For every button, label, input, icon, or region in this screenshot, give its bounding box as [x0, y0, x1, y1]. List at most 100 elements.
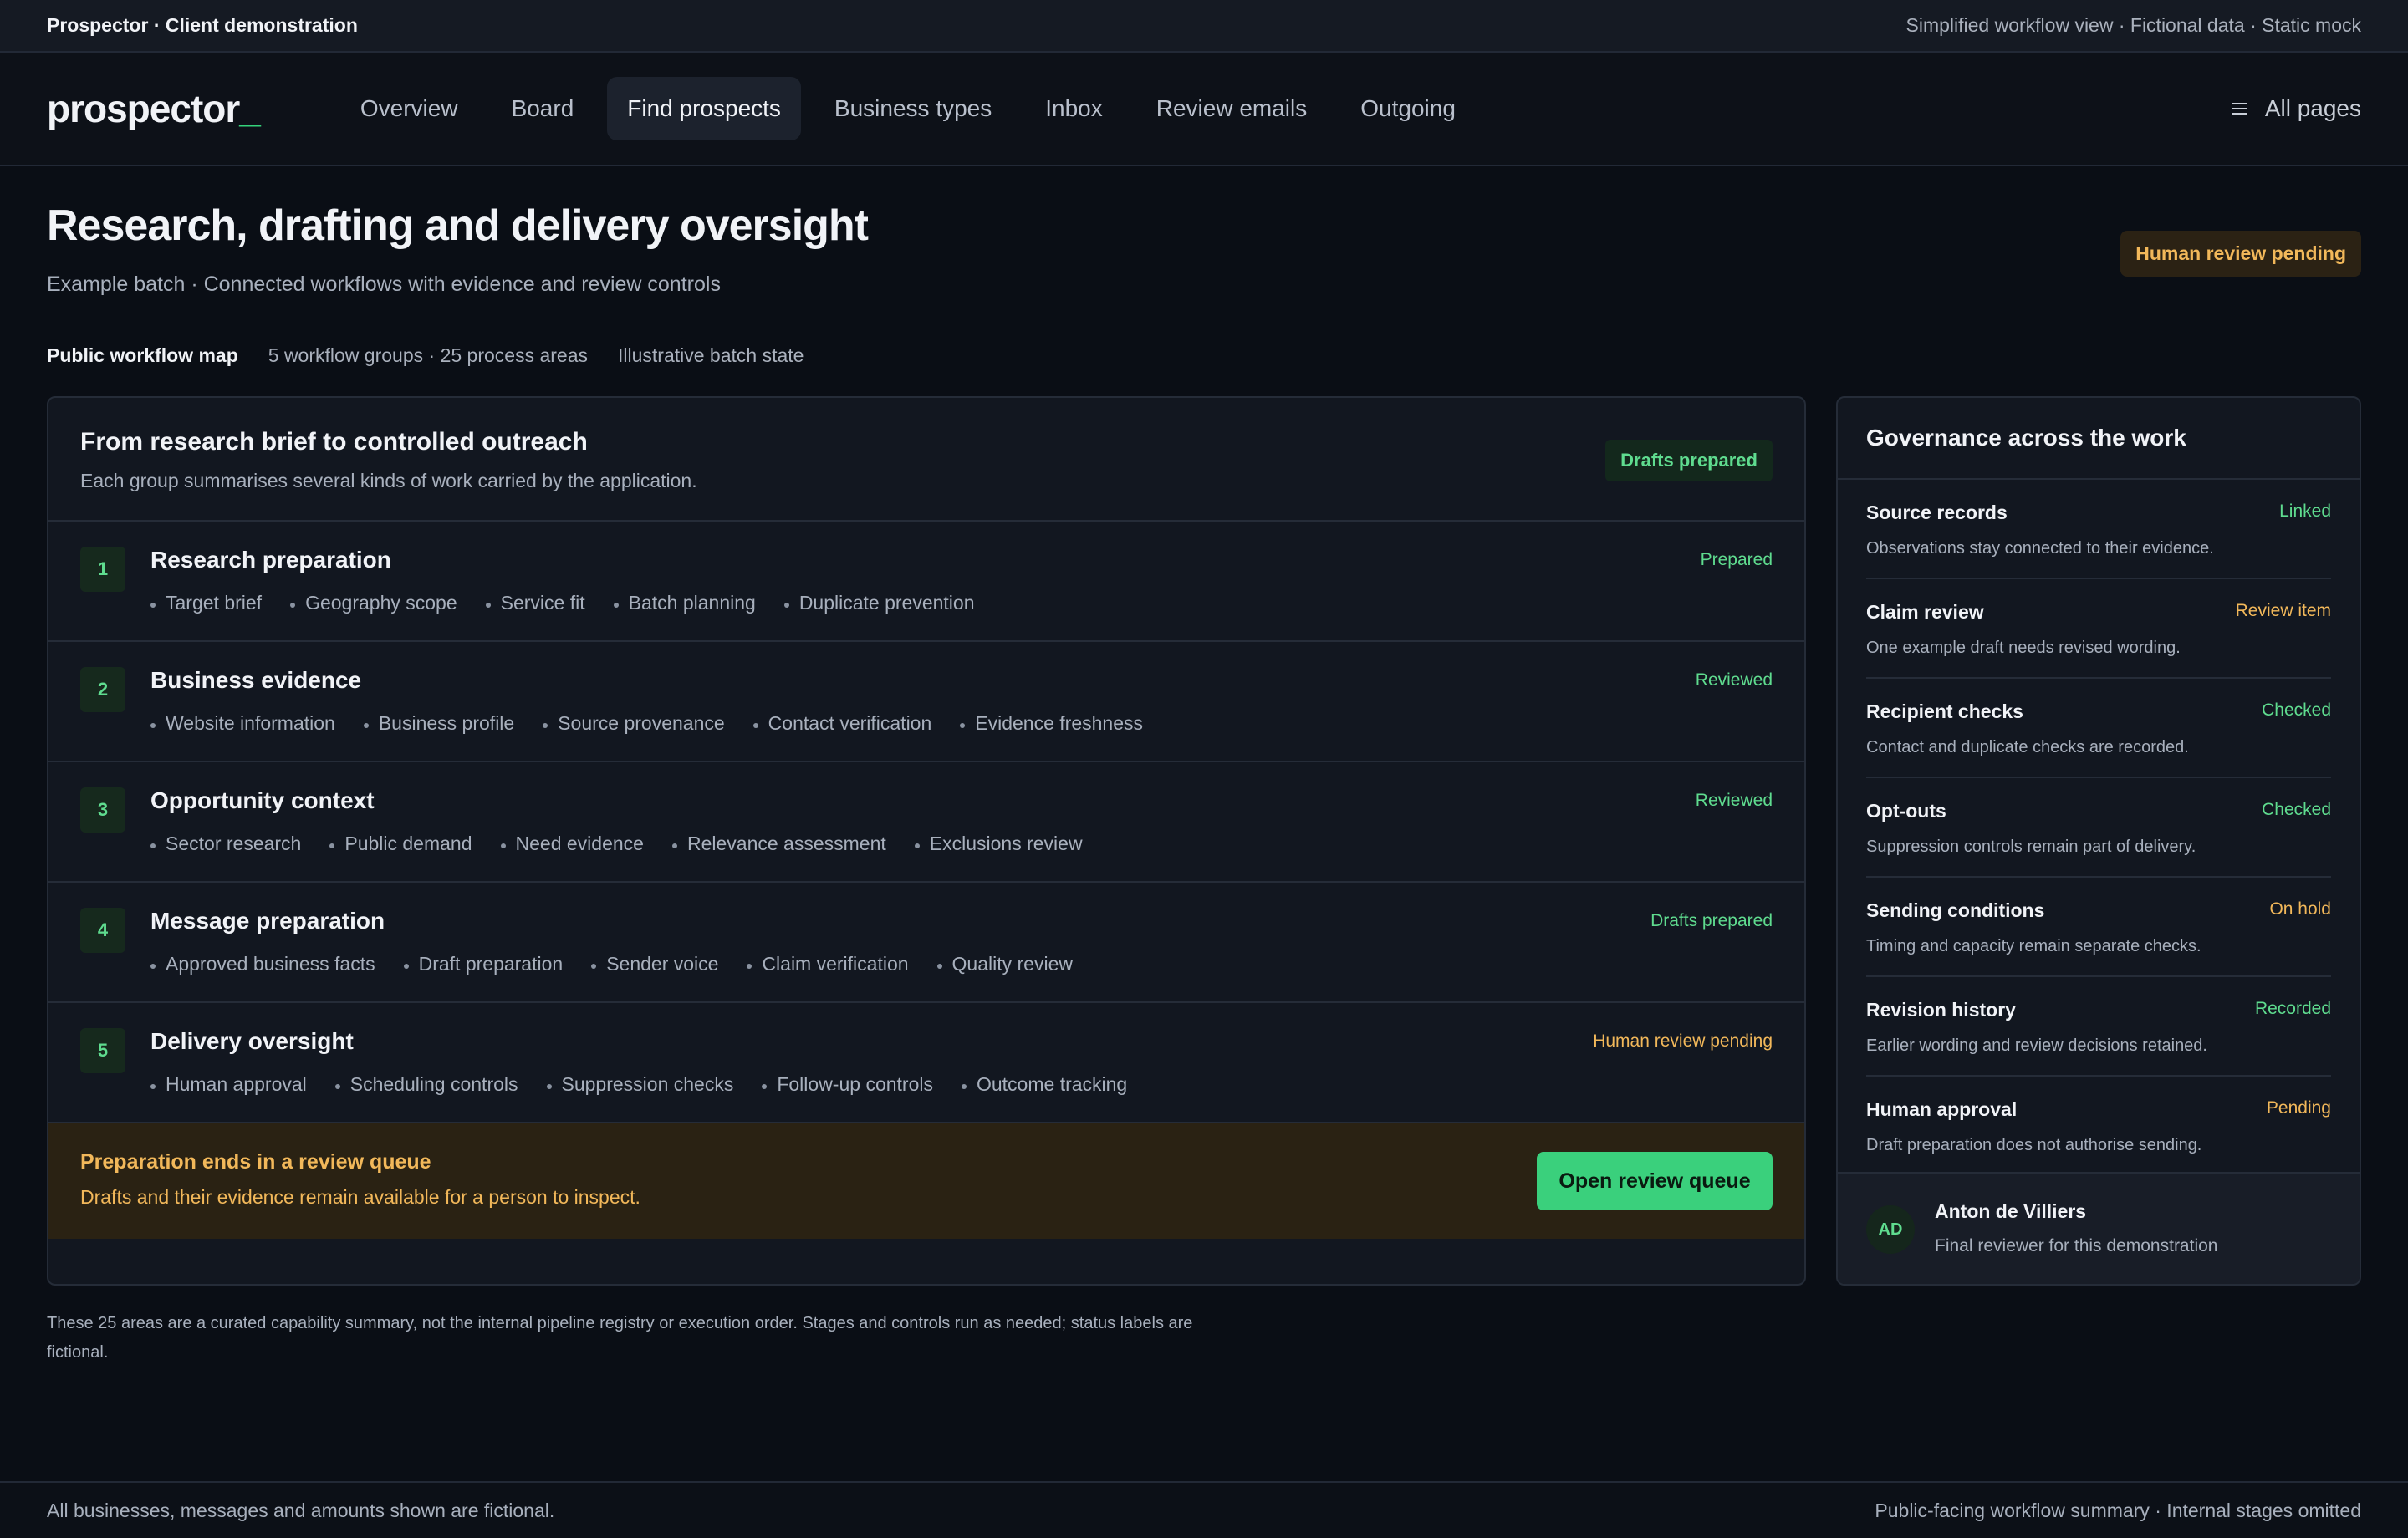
step-status: Drafts prepared: [1650, 911, 1773, 930]
governance-item-desc: Contact and duplicate checks are recorde…: [1866, 738, 2189, 756]
step-status: Human review pending: [1593, 1031, 1773, 1051]
step-status: Reviewed: [1695, 791, 1773, 810]
governance-item-status: Pending: [2266, 1098, 2331, 1118]
governance-item-name: Sending conditions: [1866, 899, 2045, 921]
step-item: Suppression checks: [546, 1073, 733, 1096]
step-item: Batch planning: [613, 592, 756, 614]
review-queue-banner: Preparation ends in a review queue Draft…: [48, 1123, 1804, 1239]
reviewer-card: AD Anton de Villiers Final reviewer for …: [1838, 1172, 2360, 1284]
step-item: Website information: [150, 712, 335, 735]
workflow-description: Each group summarises several kinds of w…: [80, 470, 697, 491]
governance-item-desc: Earlier wording and review decisions ret…: [1866, 1036, 2207, 1055]
logo-cursor: _: [239, 87, 261, 130]
workflow-step: 4 Message preparation Drafts prepared Ap…: [48, 883, 1804, 1003]
avatar: AD: [1866, 1205, 1915, 1254]
workflow-step: 3 Opportunity context Reviewed Sector re…: [48, 762, 1804, 883]
step-items: Target brief Geography scope Service fit…: [150, 592, 1773, 614]
governance-item-desc: Suppression controls remain part of deli…: [1866, 838, 2196, 856]
step-number: 5: [80, 1028, 125, 1073]
all-pages-label: All pages: [2264, 95, 2361, 121]
top-meta: Simplified workflow view · Fictional dat…: [1905, 14, 2362, 36]
step-items: Sector research Public demand Need evide…: [150, 833, 1773, 855]
governance-panel: Governance across the work Source record…: [1836, 396, 2361, 1286]
governance-item-desc: Observations stay connected to their evi…: [1866, 539, 2214, 558]
nav-outgoing[interactable]: Outgoing: [1340, 77, 1476, 140]
step-title: Message preparation: [150, 908, 385, 934]
step-item: Quality review: [936, 953, 1073, 975]
step-item: Duplicate prevention: [783, 592, 975, 614]
workflow-badge: Drafts prepared: [1605, 440, 1773, 481]
governance-item: Opt-outs Checked Suppression controls re…: [1866, 778, 2331, 878]
governance-item-status: Review item: [2235, 601, 2331, 620]
nav-review-emails[interactable]: Review emails: [1136, 77, 1328, 140]
nav-find-prospects[interactable]: Find prospects: [607, 77, 801, 140]
nav-inbox[interactable]: Inbox: [1025, 77, 1123, 140]
governance-item-status: On hold: [2269, 899, 2331, 919]
status-badge: Human review pending: [2120, 231, 2361, 277]
step-item: Exclusions review: [914, 833, 1083, 855]
step-item: Public demand: [329, 833, 472, 855]
step-title: Business evidence: [150, 667, 362, 693]
step-status: Prepared: [1700, 550, 1773, 569]
footer: All businesses, messages and amounts sho…: [0, 1481, 2408, 1538]
step-number: 2: [80, 667, 125, 712]
step-item: Evidence freshness: [960, 712, 1143, 735]
main-nav: prospector_ Overview Board Find prospect…: [0, 53, 2408, 166]
meta-groups: 5 workflow groups · 25 process areas: [268, 344, 588, 366]
nav-board[interactable]: Board: [492, 77, 594, 140]
queue-text: Drafts and their evidence remain availab…: [80, 1186, 640, 1208]
workflow-title: From research brief to controlled outrea…: [80, 428, 588, 456]
step-number: 1: [80, 547, 125, 592]
governance-item: Human approval Pending Draft preparation…: [1866, 1077, 2331, 1176]
step-items: Approved business facts Draft preparatio…: [150, 953, 1773, 975]
step-item: Source provenance: [543, 712, 725, 735]
step-item: Human approval: [150, 1073, 307, 1096]
nav-links: Overview Board Find prospects Business t…: [340, 77, 1476, 140]
workflow-step: 5 Delivery oversight Human review pendin…: [48, 1003, 1804, 1123]
step-item: Relevance assessment: [671, 833, 886, 855]
step-item: Service fit: [485, 592, 585, 614]
governance-item-name: Source records: [1866, 502, 2008, 523]
governance-item-desc: Draft preparation does not authorise sen…: [1866, 1136, 2202, 1154]
step-number: 4: [80, 908, 125, 953]
governance-item-desc: Timing and capacity remain separate chec…: [1866, 937, 2201, 955]
reviewer-name: Anton de Villiers: [1935, 1200, 2087, 1222]
governance-item: Source records Linked Observations stay …: [1866, 480, 2331, 579]
step-item: Approved business facts: [150, 953, 375, 975]
all-pages-button[interactable]: All pages: [2231, 95, 2361, 122]
step-title: Research preparation: [150, 547, 391, 573]
step-item: Sender voice: [591, 953, 718, 975]
step-item: Follow-up controls: [762, 1073, 933, 1096]
workflow-step: 1 Research preparation Prepared Target b…: [48, 522, 1804, 642]
queue-title: Preparation ends in a review queue: [80, 1150, 431, 1174]
step-item: Target brief: [150, 592, 262, 614]
logo-text: prospector: [47, 87, 240, 130]
governance-item-status: Recorded: [2254, 999, 2331, 1018]
step-item: Outcome tracking: [961, 1073, 1127, 1096]
open-review-queue-button[interactable]: Open review queue: [1537, 1152, 1773, 1210]
governance-item-status: Checked: [2262, 700, 2331, 720]
nav-overview[interactable]: Overview: [340, 77, 478, 140]
nav-business-types[interactable]: Business types: [814, 77, 1012, 140]
step-item: Draft preparation: [403, 953, 563, 975]
step-items: Human approval Scheduling controls Suppr…: [150, 1073, 1773, 1096]
governance-item: Revision history Recorded Earlier wordin…: [1866, 977, 2331, 1077]
workflow-header: From research brief to controlled outrea…: [48, 398, 1804, 522]
page-title: Research, drafting and delivery oversigh…: [47, 201, 869, 250]
step-items: Website information Business profile Sou…: [150, 712, 1773, 735]
logo[interactable]: prospector_: [47, 86, 261, 131]
governance-item-status: Linked: [2279, 502, 2331, 521]
governance-item: Recipient checks Checked Contact and dup…: [1866, 679, 2331, 778]
governance-list: Source records Linked Observations stay …: [1838, 480, 2360, 1176]
menu-icon: [2231, 103, 2247, 115]
meta-state: Illustrative batch state: [618, 344, 804, 366]
footer-summary: Public-facing workflow summary · Interna…: [1875, 1499, 2361, 1521]
meta-map: Public workflow map: [47, 344, 238, 366]
step-item: Business profile: [363, 712, 514, 735]
step-title: Opportunity context: [150, 787, 375, 813]
governance-item-status: Checked: [2262, 800, 2331, 819]
governance-item-desc: One example draft needs revised wording.: [1866, 639, 2181, 657]
workflow-step: 2 Business evidence Reviewed Website inf…: [48, 642, 1804, 762]
step-item: Sector research: [150, 833, 301, 855]
step-item: Need evidence: [500, 833, 644, 855]
